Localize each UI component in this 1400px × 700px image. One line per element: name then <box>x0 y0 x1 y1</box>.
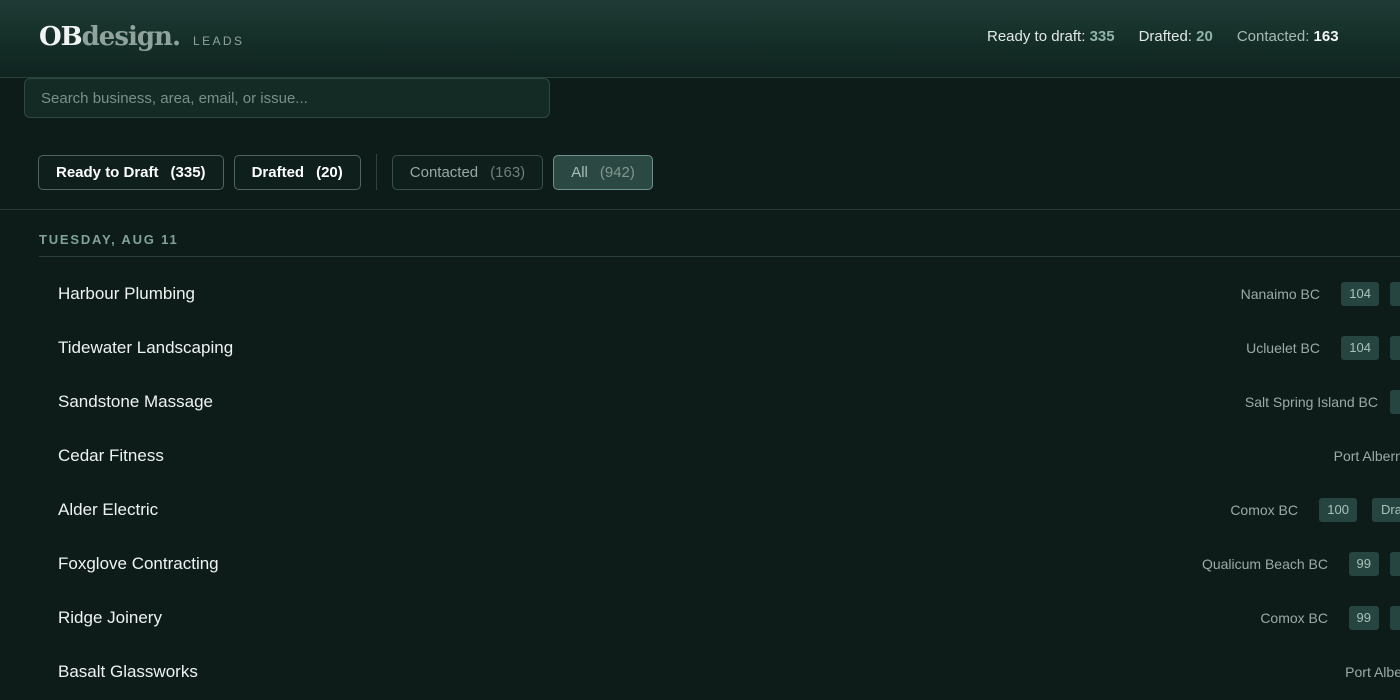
lead-score-badge: 104 <box>1341 336 1379 360</box>
date-group-rule <box>39 256 1400 257</box>
lead-status-tag <box>1390 552 1400 576</box>
filter-count: (335) <box>170 163 206 181</box>
filter-label: Drafted <box>251 163 305 181</box>
lead-row[interactable]: Alder Electric Comox BC 100 Dra <box>39 483 1400 537</box>
lead-location: Salt Spring Island BC <box>1244 394 1378 410</box>
lead-score-badge: 99 <box>1348 552 1379 576</box>
lead-name: Foxglove Contracting <box>58 554 219 573</box>
lead-name: Cedar Fitness <box>58 446 164 465</box>
filter-label: All <box>571 163 588 181</box>
date-group-heading: TUESDAY, AUG 11 <box>39 232 179 247</box>
lead-location: Qualicum Beach BC <box>1201 556 1328 572</box>
stat-ready-to-draft: Ready to draft: 335 <box>987 28 1115 45</box>
lead-row[interactable]: Basalt Glassworks Port Albe <box>39 645 1400 699</box>
lead-status-tag: Dra <box>1372 498 1400 522</box>
lead-location: Port Albe <box>1345 664 1400 680</box>
filter-drafted[interactable]: Drafted (20) <box>233 154 361 190</box>
filter-separator <box>375 154 377 190</box>
lead-row[interactable]: Foxglove Contracting Qualicum Beach BC 9… <box>39 537 1400 591</box>
filter-count: (20) <box>316 163 343 181</box>
filter-all[interactable]: All (942) <box>553 154 653 190</box>
lead-location: Ucluelet BC <box>1246 340 1320 356</box>
filter-count: (942) <box>599 163 635 181</box>
filters-divider <box>0 209 1400 210</box>
stat-label: Drafted: <box>1138 28 1192 45</box>
lead-location: Nanaimo BC <box>1240 286 1320 302</box>
lead-status-tag <box>1390 606 1400 630</box>
lead-name: Basalt Glassworks <box>58 662 198 681</box>
lead-name: Tidewater Landscaping <box>58 338 234 357</box>
lead-row[interactable]: Sandstone Massage Salt Spring Island BC <box>39 375 1400 429</box>
lead-location: Comox BC <box>1260 610 1328 626</box>
lead-location: Comox BC <box>1230 502 1298 518</box>
lead-score-badge: 99 <box>1348 606 1379 630</box>
filter-label: Contacted <box>409 163 479 181</box>
lead-row[interactable]: Tidewater Landscaping Ucluelet BC 104 <box>39 321 1400 375</box>
lead-location: Port Alberni <box>1333 448 1400 464</box>
stat-label: Contacted: <box>1236 28 1310 45</box>
header-stats: Ready to draft: 335 Drafted: 20 Contacte… <box>987 28 1363 45</box>
lead-status-tag <box>1390 390 1400 414</box>
filter-count: (163) <box>490 163 526 181</box>
search-input[interactable] <box>24 78 550 118</box>
stat-drafted: Drafted: 20 <box>1139 28 1213 45</box>
stat-value: 163 <box>1313 28 1339 45</box>
app-header: OB design. LEADS Ready to draft: 335 Dra… <box>0 0 1400 78</box>
lead-name: Alder Electric <box>58 500 159 519</box>
filter-label: Ready to Draft <box>56 163 159 181</box>
filter-ready-to-draft[interactable]: Ready to Draft (335) <box>38 154 224 190</box>
lead-score-badge: 104 <box>1341 282 1379 306</box>
stat-label: Ready to draft: <box>987 28 1086 45</box>
filter-contacted[interactable]: Contacted (163) <box>391 154 544 190</box>
filter-bar: Ready to Draft (335) Drafted (20) Contac… <box>38 154 663 190</box>
lead-name: Sandstone Massage <box>58 392 213 411</box>
lead-status-tag <box>1390 282 1400 306</box>
stat-contacted: Contacted: 163 <box>1237 28 1339 45</box>
lead-row[interactable]: Ridge Joinery Comox BC 99 <box>39 591 1400 645</box>
lead-score-badge: 100 <box>1319 498 1357 522</box>
stat-value: 20 <box>1196 28 1213 45</box>
lead-name: Harbour Plumbing <box>58 284 196 303</box>
lead-status-tag <box>1390 336 1400 360</box>
lead-row[interactable]: Harbour Plumbing Nanaimo BC 104 <box>39 267 1400 321</box>
lead-name: Ridge Joinery <box>58 608 162 627</box>
logo-ob: OB <box>39 22 83 52</box>
stat-value: 335 <box>1089 28 1115 45</box>
app-logo[interactable]: OB design. LEADS <box>39 22 244 52</box>
section-label: LEADS <box>193 34 245 48</box>
logo-design: design. <box>81 22 181 52</box>
lead-row[interactable]: Cedar Fitness Port Alberni <box>39 429 1400 483</box>
